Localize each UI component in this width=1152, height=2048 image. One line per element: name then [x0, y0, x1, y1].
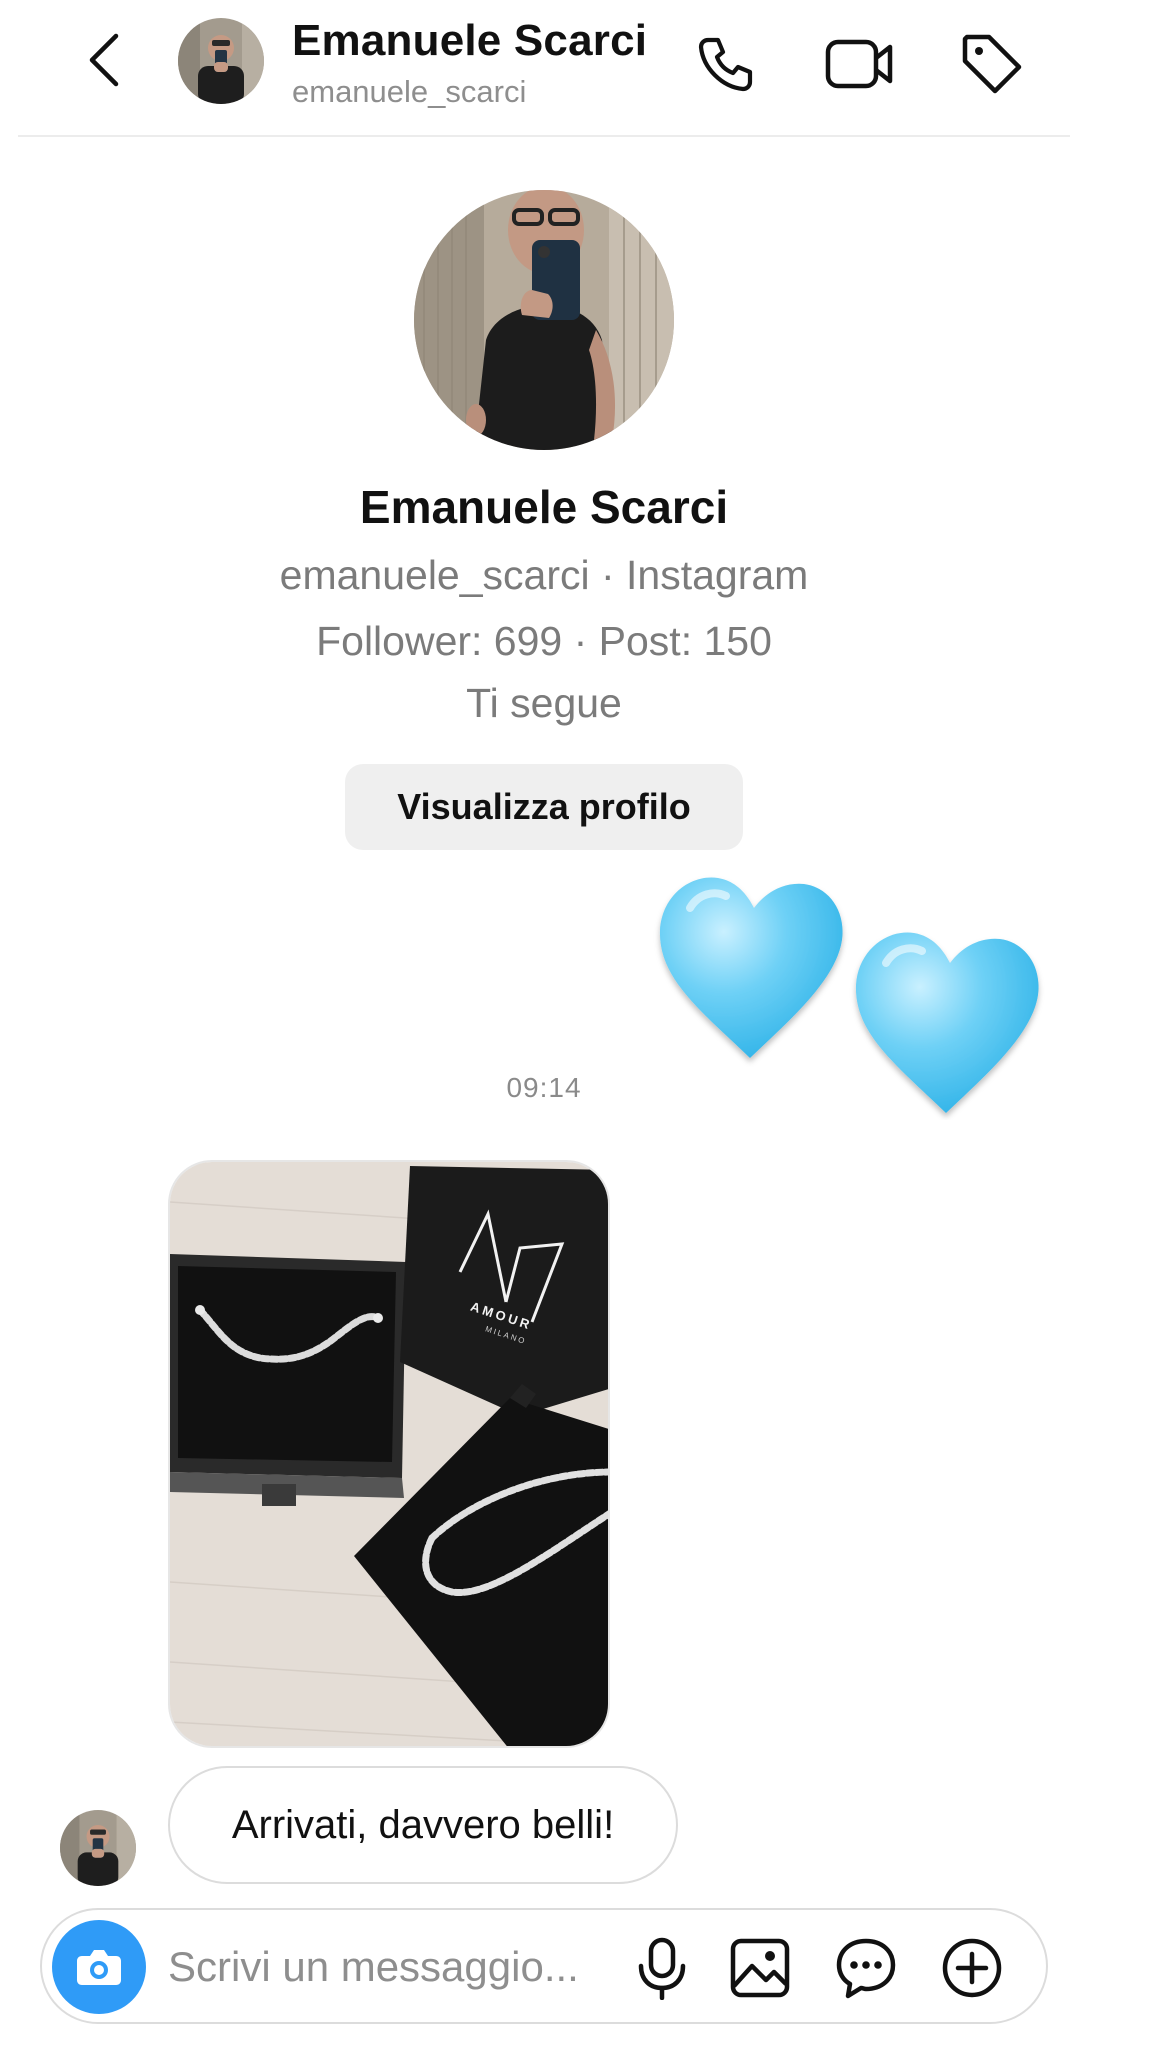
avatar-photo: [178, 18, 264, 104]
phone-icon: [698, 37, 753, 92]
header-divider: [18, 135, 1070, 137]
header-contact-handle[interactable]: emanuele_scarci: [292, 74, 526, 110]
message-timestamp: 09:14: [506, 1072, 582, 1103]
video-camera-icon: [825, 39, 893, 89]
plus-icon: [942, 1938, 1002, 1998]
back-button[interactable]: [72, 28, 136, 92]
gallery-icon: [730, 1938, 790, 1998]
tag-button[interactable]: [956, 28, 1028, 100]
camera-button[interactable]: [52, 1920, 146, 2014]
text-message-bubble[interactable]: Arrivati, davvero belli!: [168, 1766, 678, 1884]
profile-photo: [414, 190, 674, 450]
back-chevron-icon: [89, 33, 119, 87]
header-avatar[interactable]: [178, 18, 264, 104]
follow-status: Ti segue: [466, 680, 622, 726]
message-input[interactable]: [168, 1936, 608, 1998]
sticker-icon: [836, 1938, 896, 1999]
camera-icon: [77, 1950, 121, 1985]
photo-message[interactable]: AMOUR MILANO: [168, 1160, 610, 1748]
tag-icon: [962, 34, 1022, 94]
view-profile-button[interactable]: Visualizza profilo: [345, 764, 743, 850]
audio-call-button[interactable]: [690, 28, 762, 100]
microphone-icon: [638, 1937, 686, 2000]
gallery-button[interactable]: [722, 1930, 798, 2006]
heart-1: [659, 877, 843, 1058]
voice-message-button[interactable]: [624, 1930, 700, 2006]
video-call-button[interactable]: [824, 28, 896, 100]
thread-header: Emanuele Scarci emanuele_scarci: [0, 0, 1072, 136]
profile-name: Emanuele Scarci: [359, 481, 729, 533]
profile-stats-line: Follower: 699 · Post: 150: [316, 618, 772, 664]
message-composer: [40, 1908, 1048, 2024]
jewelry-photo: AMOUR MILANO: [170, 1162, 608, 1746]
more-options-button[interactable]: [934, 1930, 1010, 2006]
profile-avatar[interactable]: [414, 190, 674, 450]
avatar-photo: [60, 1810, 136, 1886]
header-contact-name[interactable]: Emanuele Scarci: [292, 16, 647, 66]
sticker-button[interactable]: [828, 1930, 904, 2006]
profile-handle-line: emanuele_scarci · Instagram: [279, 552, 809, 598]
dm-thread-screen: Emanuele Scarci emanuele_scarci Emanuele…: [0, 0, 1152, 2048]
right-margin: [1072, 0, 1152, 2048]
sender-avatar[interactable]: [60, 1810, 136, 1886]
